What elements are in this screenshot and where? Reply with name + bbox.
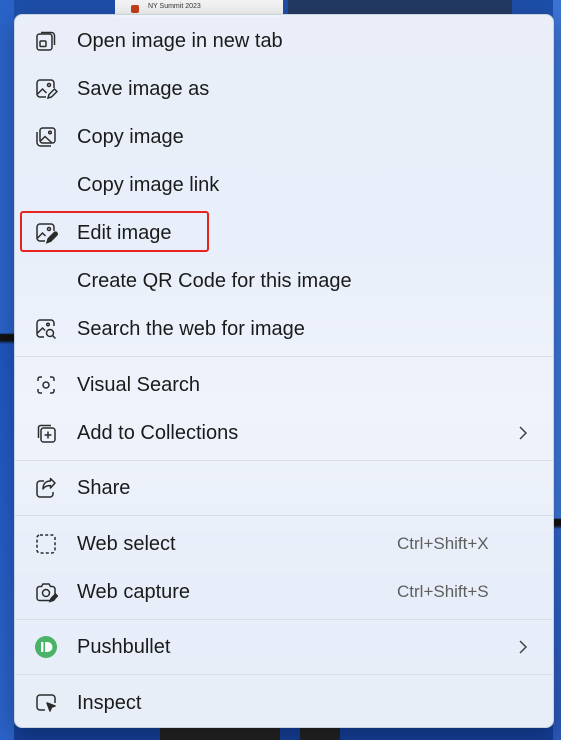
menu-separator — [15, 674, 553, 675]
menu-item-label: Pushbullet — [77, 635, 171, 658]
shortcut-text: Ctrl+Shift+S — [397, 582, 489, 601]
image-context-menu: Open image in new tab Save image as Copy… — [14, 14, 554, 728]
menu-item-label: Copy image — [77, 125, 184, 148]
menu-item-web-capture[interactable]: Web capture Ctrl+Shift+S — [15, 568, 553, 616]
menu-item-pushbullet[interactable]: Pushbullet — [15, 623, 553, 671]
web-select-icon — [34, 532, 58, 556]
shortcut-text: Ctrl+Shift+X — [397, 534, 489, 553]
menu-item-open-image-new-tab[interactable]: Open image in new tab — [15, 17, 553, 65]
menu-item-label: Web select — [77, 532, 176, 555]
menu-item-label: Copy image link — [77, 173, 220, 196]
menu-item-label: Create QR Code for this image — [77, 269, 352, 292]
page-background-bottom — [160, 728, 280, 740]
menu-item-web-select[interactable]: Web select Ctrl+Shift+X — [15, 520, 553, 568]
page-background-bottom-2 — [300, 728, 340, 740]
menu-item-save-image-as[interactable]: Save image as — [15, 65, 553, 113]
menu-item-label: Save image as — [77, 77, 210, 100]
thumbnail-label: NY Summit 2023 — [148, 3, 201, 10]
menu-item-label: Share — [77, 476, 131, 499]
menu-separator — [15, 460, 553, 461]
menu-item-copy-image-link[interactable]: Copy image link — [15, 161, 553, 209]
web-capture-icon — [34, 580, 58, 604]
edit-image-icon — [34, 221, 58, 245]
copy-image-icon — [34, 125, 58, 149]
pushbullet-icon — [34, 635, 58, 659]
menu-item-visual-search[interactable]: Visual Search — [15, 361, 553, 409]
save-image-icon — [34, 77, 58, 101]
menu-item-label: Visual Search — [77, 373, 201, 396]
menu-item-search-web-image[interactable]: Search the web for image — [15, 305, 553, 353]
menu-separator — [15, 515, 553, 516]
menu-item-label: Web capture — [77, 580, 191, 603]
desktop-background-right — [553, 0, 561, 740]
chevron-right-icon — [519, 640, 528, 654]
menu-separator — [15, 356, 553, 357]
menu-item-create-qr-code[interactable]: Create QR Code for this image — [15, 257, 553, 305]
image-search-icon — [34, 317, 58, 341]
desktop-background-left — [0, 0, 14, 740]
menu-item-copy-image[interactable]: Copy image — [15, 113, 553, 161]
menu-item-label: Search the web for image — [77, 317, 305, 340]
menu-item-edit-image[interactable]: Edit image — [15, 209, 553, 257]
powerpoint-icon — [131, 5, 139, 13]
menu-separator — [15, 619, 553, 620]
inspect-icon — [34, 691, 58, 715]
visual-search-icon — [34, 373, 58, 397]
menu-item-add-to-collections[interactable]: Add to Collections — [15, 409, 553, 457]
menu-item-label: Add to Collections — [77, 421, 239, 444]
add-collection-icon — [34, 421, 58, 445]
menu-item-label: Edit image — [77, 221, 172, 244]
menu-item-label: Inspect — [77, 691, 142, 714]
menu-item-share[interactable]: Share — [15, 464, 553, 512]
menu-item-label: Open image in new tab — [77, 29, 283, 52]
menu-item-inspect[interactable]: Inspect — [15, 679, 553, 727]
chevron-right-icon — [519, 426, 528, 440]
open-new-tab-icon — [34, 29, 58, 53]
share-icon — [34, 476, 58, 500]
